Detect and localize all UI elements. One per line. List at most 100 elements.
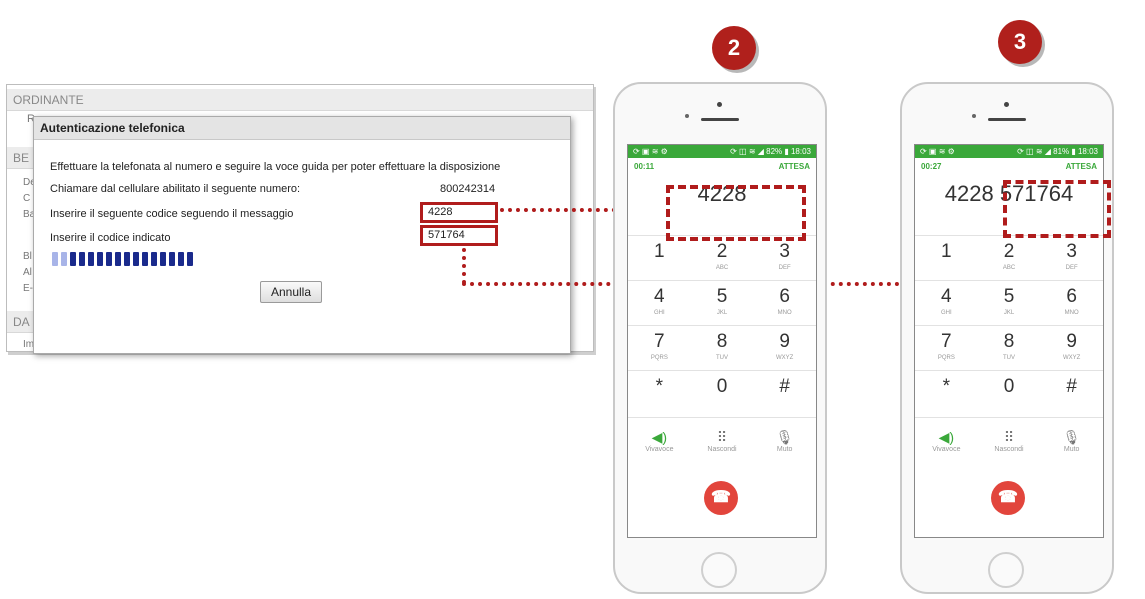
hangup-button[interactable]: ☎: [704, 481, 738, 515]
dial-key[interactable]: 5 JKL: [690, 280, 754, 325]
dial-key-digit: 7: [941, 331, 952, 352]
dial-key-digit: *: [942, 376, 951, 397]
dial-key[interactable]: 0: [690, 370, 754, 415]
call-number-value: 800242314: [440, 183, 496, 195]
dial-key-letters: WXYZ: [1062, 355, 1081, 361]
dial-key[interactable]: 7 PQRS: [915, 325, 978, 370]
dial-key[interactable]: 0: [977, 370, 1041, 415]
progress-segment: [169, 252, 175, 266]
call-timer: 00:11: [634, 162, 655, 171]
dial-key[interactable]: 6 MNO: [1040, 280, 1103, 325]
dial-key-letters: PQRS: [937, 355, 955, 361]
dial-key-letters: TUV: [715, 355, 728, 361]
dial-key[interactable]: 2 ABC: [977, 235, 1041, 280]
dial-key[interactable]: 8 TUV: [977, 325, 1041, 370]
dial-key[interactable]: 8 TUV: [690, 325, 754, 370]
call-info-row: 00:27 ATTESA: [915, 158, 1103, 171]
arrow-line-down: [462, 248, 466, 284]
hangup-button[interactable]: ☎: [991, 481, 1025, 515]
mute-mic-icon: 🎙: [1062, 429, 1081, 445]
dial-key[interactable]: 1: [915, 235, 978, 280]
step-2-badge: 2: [712, 26, 756, 70]
hangup-icon: ☎: [711, 489, 731, 506]
dial-key-digit: 3: [1066, 241, 1077, 262]
mute-button[interactable]: 🎙 Muto: [753, 418, 816, 470]
indicated-code-label: Inserire il codice indicato: [50, 232, 171, 244]
dial-key-digit: *: [655, 376, 664, 397]
progress-segment: [97, 252, 103, 266]
dial-key-letters: MNO: [1064, 310, 1079, 316]
dial-key-letters: JKL: [716, 310, 728, 316]
dial-key-letters: JKL: [1003, 310, 1015, 316]
dial-key[interactable]: 5 JKL: [977, 280, 1041, 325]
dial-key-digit: 0: [716, 376, 728, 397]
dial-key-letters: TUV: [1002, 355, 1015, 361]
dial-key[interactable]: 9 WXYZ: [753, 325, 816, 370]
dial-key-letters: PQRS: [650, 355, 668, 361]
dial-key-digit: 1: [941, 241, 952, 262]
call-timer: 00:27: [921, 162, 942, 171]
dial-key[interactable]: *: [628, 370, 691, 415]
dial-key-digit: #: [779, 376, 790, 397]
form-fragment: C: [23, 193, 31, 204]
dial-key-letters: MNO: [777, 310, 792, 316]
dialog-intro-text: Effettuare la telefonata al numero e seg…: [50, 161, 501, 173]
dial-key-digit: 9: [1066, 331, 1077, 352]
status-icons-left: ⟳ ▣ ≋ ⚙: [633, 147, 668, 156]
dial-key-digit: 6: [1066, 286, 1077, 307]
phone-step-2: ⟳ ▣ ≋ ⚙ ⟳ ◫ ≋ ◢ 82% ▮ 18:03 00:11 ATTESA…: [613, 82, 827, 594]
speaker-icon: ◀): [938, 429, 955, 445]
front-camera: [717, 102, 722, 107]
dial-key-digit: 5: [1003, 286, 1015, 307]
progress-segment: [133, 252, 139, 266]
dial-key-digit: 8: [716, 331, 728, 352]
call-state: ATTESA: [778, 162, 810, 171]
speaker-icon: ◀): [651, 429, 668, 445]
dial-key-letters: DEF: [778, 265, 791, 271]
mute-label: Muto: [1063, 446, 1080, 453]
dial-key[interactable]: 9 WXYZ: [1040, 325, 1103, 370]
speaker-button[interactable]: ◀) Vivavoce: [915, 418, 978, 470]
speaker-button[interactable]: ◀) Vivavoce: [628, 418, 691, 470]
dial-key[interactable]: 7 PQRS: [628, 325, 691, 370]
dial-key[interactable]: 6 MNO: [753, 280, 816, 325]
hide-keypad-button[interactable]: ⠿ Nascondi: [691, 418, 754, 470]
progress-segment: [52, 252, 58, 266]
speaker-label: Vivavoce: [932, 446, 961, 453]
cancel-button[interactable]: Annulla: [260, 281, 322, 303]
status-icons-right: ⟳ ◫ ≋ ◢ 82% ▮ 18:03: [730, 147, 811, 156]
dial-key[interactable]: 3 DEF: [753, 235, 816, 280]
status-icons-left: ⟳ ▣ ≋ ⚙: [920, 147, 955, 156]
dial-key-digit: 0: [1003, 376, 1015, 397]
dial-key[interactable]: *: [915, 370, 978, 415]
progress-segment: [115, 252, 121, 266]
progress-segment: [178, 252, 184, 266]
keypad-icon: ⠿: [1003, 429, 1015, 445]
home-button[interactable]: [701, 552, 737, 588]
progress-segment: [142, 252, 148, 266]
progress-segment: [79, 252, 85, 266]
earpiece: [701, 118, 739, 121]
dial-key[interactable]: #: [753, 370, 816, 415]
dial-key[interactable]: 2 ABC: [690, 235, 754, 280]
progress-segment: [187, 252, 193, 266]
status-icons-right: ⟳ ◫ ≋ ◢ 81% ▮ 18:03: [1017, 147, 1098, 156]
call-info-row: 00:11 ATTESA: [628, 158, 816, 171]
form-fragment: Al: [23, 267, 32, 278]
dialed-code-highlight: [1003, 180, 1111, 238]
dial-key[interactable]: 4 GHI: [915, 280, 978, 325]
dial-key[interactable]: 4 GHI: [628, 280, 691, 325]
dial-key[interactable]: 1: [628, 235, 691, 280]
progress-segment: [70, 252, 76, 266]
mute-button[interactable]: 🎙 Muto: [1040, 418, 1103, 470]
progress-segment: [151, 252, 157, 266]
call-actions: ◀) Vivavoce ⠿ Nascondi 🎙 Muto: [915, 417, 1103, 470]
dial-key[interactable]: #: [1040, 370, 1103, 415]
status-bar: ⟳ ▣ ≋ ⚙ ⟳ ◫ ≋ ◢ 81% ▮ 18:03: [915, 145, 1103, 158]
hide-keypad-button[interactable]: ⠿ Nascondi: [978, 418, 1041, 470]
dial-key-letters: GHI: [940, 310, 952, 316]
dial-pad: 1 2 ABC 3 DEF 4 GHI 5 JKL 6 MNO 7 PQRS 8…: [628, 235, 816, 415]
home-button[interactable]: [988, 552, 1024, 588]
hide-label: Nascondi: [994, 446, 1024, 453]
dial-key[interactable]: 3 DEF: [1040, 235, 1103, 280]
